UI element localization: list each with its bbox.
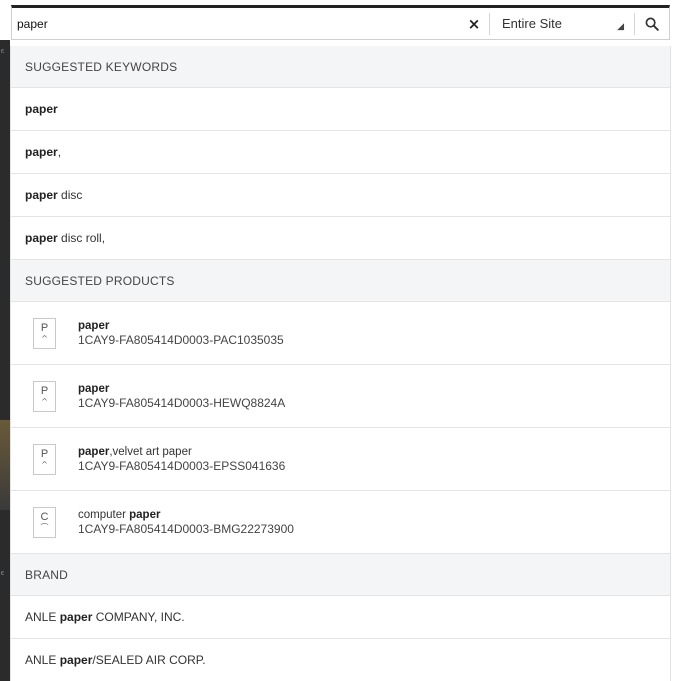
brand-suggestion[interactable]: ANLE paper COMPANY, INC. — [11, 596, 670, 639]
edge-mark: ᴱ — [1, 570, 5, 579]
product-thumbnail: P ^ — [33, 380, 56, 412]
edge-image — [0, 420, 10, 510]
keyword-match: paper — [25, 231, 58, 245]
product-suggestion[interactable]: P ^ paper,velvet art paper 1CAY9-FA80541… — [11, 428, 670, 491]
brand-prefix: ANLE — [25, 610, 60, 624]
product-name-prefix: computer — [78, 508, 130, 521]
keyword-suggestion[interactable]: paper, — [11, 131, 670, 174]
suggested-products-header: SUGGESTED PRODUCTS — [11, 260, 670, 302]
caret-icon: ⌒ — [40, 523, 49, 532]
keyword-suggestion[interactable]: paper disc roll, — [11, 217, 670, 260]
product-sku: 1CAY9-FA805414D0003-PAC1035035 — [78, 332, 284, 347]
brand-suffix: /SEALED AIR CORP. — [92, 653, 206, 667]
brand-match: paper — [59, 653, 93, 667]
brand-suffix: COMPANY, INC. — [92, 610, 185, 624]
thumbnail-letter: P — [40, 448, 49, 460]
dropdown-arrow-icon: ◢ — [617, 21, 624, 32]
close-icon: × — [467, 14, 481, 33]
search-scope-select[interactable]: Entire Site ◢ — [489, 12, 634, 35]
keyword-rest: , — [57, 145, 62, 159]
brand-prefix: ANLE — [25, 653, 60, 667]
product-sku: 1CAY9-FA805414D0003-EPSS041636 — [78, 458, 286, 473]
product-sku: 1CAY9-FA805414D0003-BMG22273900 — [78, 521, 294, 536]
background-page-edge: ᴱ ᴱ — [0, 40, 10, 681]
keyword-suggestion[interactable]: paper disc — [11, 174, 670, 217]
search-bar: × Entire Site ◢ — [11, 5, 670, 40]
product-name: paper — [78, 320, 284, 332]
thumbnail-letter: P — [40, 385, 49, 397]
keyword-suggestion[interactable]: paper — [11, 88, 670, 131]
product-name-match: paper — [78, 382, 110, 395]
keyword-match: paper — [25, 145, 58, 159]
search-icon — [645, 17, 659, 31]
keyword-match: paper — [25, 102, 58, 116]
suggested-keywords-header: SUGGESTED KEYWORDS — [11, 46, 670, 88]
keyword-rest: disc roll, — [57, 231, 106, 245]
search-scope-label: Entire Site — [502, 16, 562, 31]
thumbnail-letter: C — [40, 511, 49, 523]
thumbnail-letter: P — [40, 322, 49, 334]
product-name: paper,velvet art paper — [78, 446, 285, 458]
product-suggestion[interactable]: P ^ paper 1CAY9-FA805414D0003-PAC1035035 — [11, 302, 670, 365]
brand-suggestion[interactable]: ANLE paper/SEALED AIR CORP. — [11, 639, 670, 681]
product-thumbnail: P ^ — [33, 317, 56, 349]
search-input[interactable] — [12, 8, 459, 39]
caret-icon: ^ — [41, 397, 48, 406]
clear-search-button[interactable]: × — [459, 8, 489, 39]
brand-match: paper — [59, 610, 93, 624]
product-suggestion[interactable]: C ⌒ computer paper 1CAY9-FA805414D0003-B… — [11, 491, 670, 554]
caret-icon: ^ — [41, 460, 48, 469]
search-button[interactable] — [634, 12, 669, 35]
product-thumbnail: C ⌒ — [33, 506, 56, 538]
edge-mark: ᴱ — [1, 48, 5, 57]
product-name: paper — [78, 383, 285, 395]
keyword-rest: disc — [57, 188, 83, 202]
product-thumbnail: P ^ — [33, 443, 56, 475]
product-name-suffix: ,velvet art paper — [109, 445, 192, 458]
product-name-match: paper — [129, 508, 161, 521]
product-name-match: paper — [78, 319, 110, 332]
product-name-match: paper — [78, 445, 110, 458]
caret-icon: ^ — [41, 334, 48, 343]
product-name: computer paper — [78, 509, 294, 521]
keyword-match: paper — [25, 188, 58, 202]
brand-header: BRAND — [11, 554, 670, 596]
search-suggestions-dropdown: SUGGESTED KEYWORDS paper paper, paper di… — [10, 46, 671, 681]
product-suggestion[interactable]: P ^ paper 1CAY9-FA805414D0003-HEWQ8824A — [11, 365, 670, 428]
product-sku: 1CAY9-FA805414D0003-HEWQ8824A — [78, 395, 286, 410]
